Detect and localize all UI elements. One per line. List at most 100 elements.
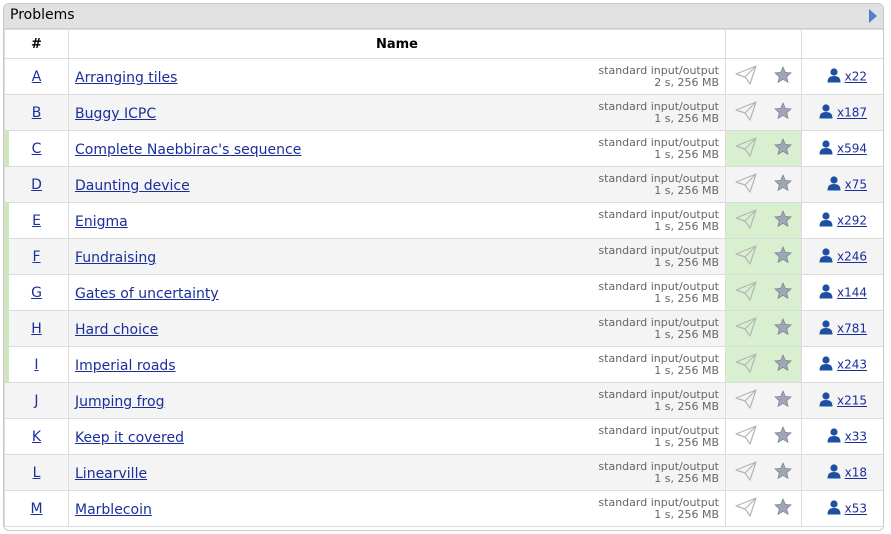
submit-icon[interactable] bbox=[735, 208, 757, 233]
problem-name-link[interactable]: Enigma bbox=[75, 214, 128, 230]
solvers-count-link[interactable]: x33 bbox=[845, 430, 867, 444]
problem-letter-link[interactable]: F bbox=[32, 249, 40, 265]
problem-letter-link[interactable]: D bbox=[31, 177, 42, 193]
user-icon bbox=[826, 67, 842, 86]
favorite-cell bbox=[765, 130, 802, 167]
star-icon[interactable] bbox=[774, 101, 793, 124]
submit-cell bbox=[725, 94, 766, 131]
submit-icon[interactable] bbox=[735, 352, 757, 377]
user-icon bbox=[818, 247, 834, 266]
star-icon[interactable] bbox=[774, 173, 793, 196]
problem-letter-cell: D bbox=[4, 166, 69, 203]
submit-icon[interactable] bbox=[735, 496, 757, 521]
solvers-count-link[interactable]: x22 bbox=[845, 70, 867, 84]
star-icon[interactable] bbox=[774, 425, 793, 448]
solvers-count-link[interactable]: x594 bbox=[837, 142, 867, 156]
problem-letter-link[interactable]: L bbox=[33, 465, 41, 481]
star-icon[interactable] bbox=[774, 353, 793, 376]
problem-name-link[interactable]: Imperial roads bbox=[75, 358, 176, 374]
problem-limits: standard input/output 1 s, 256 MB bbox=[598, 137, 719, 161]
problem-letter-link[interactable]: A bbox=[32, 69, 42, 85]
star-icon[interactable] bbox=[774, 245, 793, 268]
problem-letter-link[interactable]: G bbox=[31, 285, 42, 301]
time-memory-limit: 1 s, 256 MB bbox=[654, 148, 719, 161]
problem-name-link[interactable]: Marblecoin bbox=[75, 502, 152, 518]
solvers-count-link[interactable]: x53 bbox=[845, 502, 867, 516]
star-icon[interactable] bbox=[774, 461, 793, 484]
solvers-count-link[interactable]: x144 bbox=[837, 286, 867, 300]
submit-icon[interactable] bbox=[735, 388, 757, 413]
problem-name-link[interactable]: Keep it covered bbox=[75, 430, 184, 446]
table-row: C Complete Naebbirac's sequence standard i… bbox=[4, 130, 883, 167]
solvers-cell: x33 bbox=[801, 418, 883, 455]
problem-letter-cell: G bbox=[4, 274, 69, 311]
star-icon[interactable] bbox=[774, 209, 793, 232]
problem-letter-link[interactable]: K bbox=[32, 429, 41, 445]
problem-name-link[interactable]: Fundraising bbox=[75, 250, 156, 266]
solvers-count-link[interactable]: x243 bbox=[837, 358, 867, 372]
problem-letter-link[interactable]: E bbox=[32, 213, 41, 229]
solvers-count-link[interactable]: x75 bbox=[845, 178, 867, 192]
problem-letter-link[interactable]: I bbox=[34, 357, 38, 373]
problem-letter-link[interactable]: M bbox=[30, 501, 42, 517]
problem-limits: standard input/output 1 s, 256 MB bbox=[598, 461, 719, 485]
submit-cell bbox=[725, 166, 766, 203]
problem-limits: standard input/output 2 s, 256 MB bbox=[598, 65, 719, 89]
star-icon[interactable] bbox=[774, 137, 793, 160]
problem-name-link[interactable]: Complete Naebbirac's sequence bbox=[75, 142, 301, 158]
favorite-cell bbox=[765, 382, 802, 419]
submit-icon[interactable] bbox=[735, 244, 757, 269]
problem-name-cell: Hard choice standard input/output 1 s, 256… bbox=[68, 310, 726, 347]
problem-letter-link[interactable]: H bbox=[31, 321, 42, 337]
problem-name-cell: Linearville standard input/output 1 s, 256… bbox=[68, 454, 726, 491]
solvers-count-link[interactable]: x781 bbox=[837, 322, 867, 336]
problem-name-link[interactable]: Hard choice bbox=[75, 322, 158, 338]
solvers-count-link[interactable]: x292 bbox=[837, 214, 867, 228]
solvers-count-link[interactable]: x215 bbox=[837, 394, 867, 408]
problem-name-link[interactable]: Jumping frog bbox=[75, 394, 164, 410]
submit-icon[interactable] bbox=[735, 460, 757, 485]
problem-limits: standard input/output 1 s, 256 MB bbox=[598, 173, 719, 197]
star-icon[interactable] bbox=[774, 497, 793, 520]
favorite-cell bbox=[765, 58, 802, 95]
submit-icon[interactable] bbox=[735, 424, 757, 449]
problem-letter-link[interactable]: B bbox=[32, 105, 42, 121]
problem-name-cell: Arranging tiles standard input/output 2 s,… bbox=[68, 58, 726, 95]
star-icon[interactable] bbox=[774, 389, 793, 412]
problem-name-link[interactable]: Buggy ICPC bbox=[75, 106, 156, 122]
submit-icon[interactable] bbox=[735, 136, 757, 161]
problems-table: # Name A Arranging tiles standard input/ou… bbox=[4, 29, 883, 527]
user-icon bbox=[818, 319, 834, 338]
problem-letter-cell: J bbox=[4, 382, 69, 419]
time-memory-limit: 1 s, 256 MB bbox=[654, 292, 719, 305]
submit-icon[interactable] bbox=[735, 316, 757, 341]
problem-name-link[interactable]: Daunting device bbox=[75, 178, 190, 194]
problem-name-link[interactable]: Arranging tiles bbox=[75, 70, 177, 86]
submit-icon[interactable] bbox=[735, 100, 757, 125]
submit-cell bbox=[725, 202, 766, 239]
problem-name-cell: Enigma standard input/output 1 s, 256 MB bbox=[68, 202, 726, 239]
problem-limits: standard input/output 1 s, 256 MB bbox=[598, 425, 719, 449]
solvers-cell: x53 bbox=[801, 490, 883, 527]
problem-letter-link[interactable]: J bbox=[34, 393, 38, 409]
problem-name-link[interactable]: Gates of uncertainty bbox=[75, 286, 219, 302]
problem-name-link[interactable]: Linearville bbox=[75, 466, 147, 482]
submit-icon[interactable] bbox=[735, 172, 757, 197]
problem-limits: standard input/output 1 s, 256 MB bbox=[598, 245, 719, 269]
solvers-count-link[interactable]: x187 bbox=[837, 106, 867, 120]
solvers-cell: x594 bbox=[801, 130, 883, 167]
solvers-count-link[interactable]: x18 bbox=[845, 466, 867, 480]
time-memory-limit: 1 s, 256 MB bbox=[654, 436, 719, 449]
submit-cell bbox=[725, 346, 766, 383]
favorite-cell bbox=[765, 454, 802, 491]
star-icon[interactable] bbox=[774, 281, 793, 304]
solvers-count-link[interactable]: x246 bbox=[837, 250, 867, 264]
star-icon[interactable] bbox=[774, 317, 793, 340]
user-icon bbox=[826, 499, 842, 518]
play-arrow-icon[interactable] bbox=[869, 9, 877, 23]
submit-icon[interactable] bbox=[735, 64, 757, 89]
time-memory-limit: 1 s, 256 MB bbox=[654, 184, 719, 197]
submit-icon[interactable] bbox=[735, 280, 757, 305]
problem-letter-link[interactable]: C bbox=[32, 141, 42, 157]
star-icon[interactable] bbox=[774, 65, 793, 88]
